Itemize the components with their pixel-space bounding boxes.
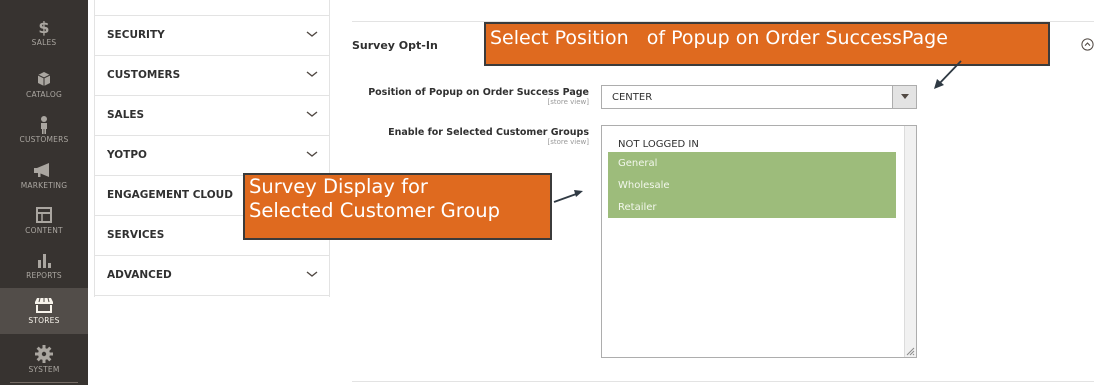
nav-item-system[interactable]: SYSTEM [0,337,88,385]
dollar-icon: $ [0,16,88,38]
tab-label: ENGAGEMENT CLOUD [107,189,233,201]
nav-label: CUSTOMERS [19,135,69,144]
annotation-arrow-icon [553,190,583,203]
nav-divider [10,382,78,383]
tab-divider [95,0,329,16]
nav-item-stores[interactable]: STORES [0,288,88,334]
nav-label: STORES [28,316,60,325]
tab-advanced[interactable]: ADVANCED [95,256,329,296]
store-icon [0,294,88,316]
annotation-arrow-icon [934,60,962,89]
select-arrow[interactable] [892,86,916,108]
bar-chart-icon [0,249,88,271]
person-icon [0,113,88,135]
cube-icon [0,68,88,90]
nav-label: MARKETING [20,181,68,190]
tab-label: CUSTOMERS [107,69,181,81]
tab-yotpo[interactable]: YOTPO [95,136,329,176]
section-divider [352,381,1094,382]
svg-text:$: $ [38,18,49,37]
tab-label: YOTPO [107,149,147,161]
annotation-groups-callout: Survey Display for Selected Customer Gro… [243,173,552,240]
nav-label: CONTENT [25,226,63,235]
tab-label: SERVICES [107,229,165,241]
megaphone-icon [0,159,88,181]
select-value: CENTER [612,92,653,103]
chevron-down-icon [306,71,318,77]
callout-line: Survey Display for [249,175,428,198]
option-retailer[interactable]: Retailer [608,196,896,218]
option-wholesale[interactable]: Wholesale [608,174,896,196]
nav-label: SALES [31,38,57,47]
tab-customers[interactable]: CUSTOMERS [95,56,329,96]
chevron-down-icon [306,111,318,117]
nav-label: CATALOG [26,90,62,99]
section-title[interactable]: Survey Opt-In [352,39,438,52]
customer-groups-multiselect[interactable]: NOT LOGGED IN General Wholesale Retailer [601,125,917,358]
tab-label: ADVANCED [107,269,172,281]
config-tabs: SECURITY CUSTOMERS SALES YOTPO ENGAGEMEN… [94,0,330,297]
chevron-up-circle-icon[interactable] [1081,38,1094,51]
chevron-down-icon [306,151,318,157]
callout-line: Selected Customer Group [249,199,501,222]
chevron-down-icon [306,271,318,277]
nav-label: SYSTEM [28,365,60,374]
groups-scope-label: [store view] [547,138,589,146]
position-scope-label: [store view] [547,98,589,106]
gear-icon [0,343,88,365]
tab-security[interactable]: SECURITY [95,16,329,56]
tab-sales[interactable]: SALES [95,96,329,136]
position-field-label: Position of Popup on Order Success Page [368,87,589,98]
admin-sidebar: $ SALES CATALOG CUSTOMERS MARKETING CONT… [0,0,88,385]
tab-label: SECURITY [107,29,165,41]
layout-icon [0,204,88,226]
scrollbar[interactable] [904,126,916,357]
option-general[interactable]: General [608,152,896,174]
groups-field-label: Enable for Selected Customer Groups [388,127,589,138]
caret-down-icon [901,94,909,99]
nav-item-customers[interactable]: CUSTOMERS [0,107,88,159]
nav-label: REPORTS [26,271,62,280]
nav-item-sales[interactable]: $ SALES [0,10,88,62]
tab-label: SALES [107,109,145,121]
resize-grip-icon[interactable] [905,346,915,356]
popup-position-select[interactable]: CENTER [601,85,917,109]
chevron-down-icon [306,31,318,37]
